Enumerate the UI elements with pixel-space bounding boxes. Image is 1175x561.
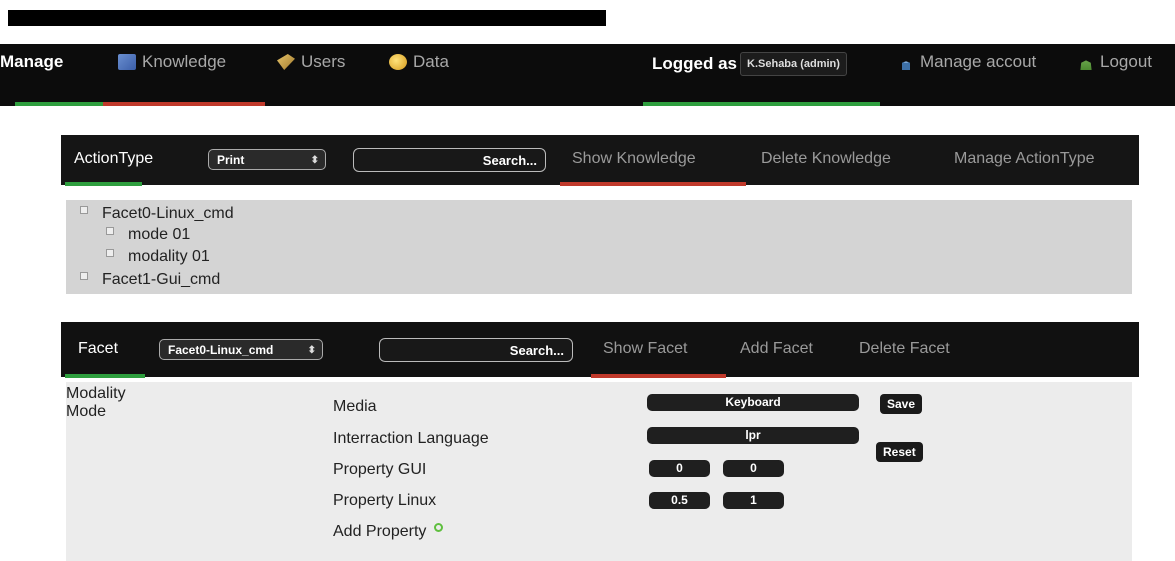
left-item-mode[interactable]: Mode [66,403,126,421]
facet-title: Facet [78,340,119,357]
top-nav: Manage Knowledge Users Data Logged as K.… [0,44,1175,106]
manage-account-link[interactable]: Manage accout [898,52,1036,72]
select-arrows-icon: ⬍ [310,155,319,166]
facet-select[interactable]: Facet0-Linux_cmd ⬍ [159,339,323,360]
tree-item-facet1[interactable]: Facet1-Gui_cmd [80,271,220,289]
facet-form [66,382,1132,561]
logged-as: Logged as K.Sehaba (admin) [652,52,847,76]
database-icon [389,54,407,70]
actiontype-underline [65,182,142,186]
tab-add-facet[interactable]: Add Facet [740,340,813,358]
tab-delete-facet[interactable]: Delete Facet [859,340,950,358]
actiontype-select[interactable]: Print ⬍ [208,149,326,170]
language-value[interactable]: lpr [647,427,859,444]
facet-left-list: Modality Mode [66,385,126,421]
nav-knowledge[interactable]: Knowledge [118,52,226,72]
facet-search-input[interactable]: Search... [379,338,573,362]
book-icon [118,54,136,70]
user-badge: K.Sehaba (admin) [740,52,847,76]
tree-node-icon [106,227,114,235]
tab-delete-knowledge[interactable]: Delete Knowledge [761,150,891,168]
logout-icon [1080,60,1092,70]
select-arrows-icon: ⬍ [307,345,316,356]
users-icon [277,54,295,70]
media-value[interactable]: Keyboard [647,394,859,411]
show-knowledge-underline [560,182,746,186]
actiontype-toolbar: ActionType Print ⬍ Search... Show Knowled… [61,135,1139,186]
tree-node-icon [80,272,88,280]
knowledge-underline [103,102,265,106]
person-icon [902,61,910,70]
add-property-label: Add Property [333,523,427,540]
tab-show-knowledge[interactable]: Show Knowledge [572,150,696,168]
tree-item-mode[interactable]: mode 01 [106,226,190,244]
tree-item-modality[interactable]: modality 01 [106,248,210,266]
property-gui-value-1[interactable]: 0 [649,460,710,477]
add-icon[interactable] [434,523,444,532]
facet-toolbar: Facet Facet0-Linux_cmd ⬍ Search... Show F… [61,322,1139,378]
tree-item-facet0[interactable]: Facet0-Linux_cmd [80,205,234,223]
logout-link[interactable]: Logout [1078,52,1152,72]
property-linux-value-1[interactable]: 0.5 [649,492,710,509]
show-facet-underline [591,374,726,378]
tree-node-icon [80,206,88,214]
redaction-bar [8,10,606,26]
media-label: Media [333,398,377,415]
actiontype-search-input[interactable]: Search... [353,148,546,172]
nav-data[interactable]: Data [389,52,449,72]
property-linux-label: Property Linux [333,492,437,509]
add-property-link[interactable]: Add Property [333,523,444,541]
reset-button[interactable]: Reset [876,442,923,462]
actiontype-title: ActionType [74,150,154,167]
nav-users[interactable]: Users [277,52,345,72]
language-label: Interraction Language [333,430,489,447]
left-item-modality[interactable]: Modality [66,385,126,403]
tab-manage-actiontype[interactable]: Manage ActionType [954,150,1095,168]
logged-underline [643,102,880,106]
property-gui-value-2[interactable]: 0 [723,460,784,477]
nav-manage[interactable]: Manage [0,52,63,72]
tree-node-icon [106,249,114,257]
save-button[interactable]: Save [880,394,923,414]
property-gui-label: Property GUI [333,461,427,478]
facet-underline [65,374,145,378]
property-linux-value-2[interactable]: 1 [723,492,784,509]
manage-underline [15,102,103,106]
tab-show-facet[interactable]: Show Facet [603,340,687,358]
